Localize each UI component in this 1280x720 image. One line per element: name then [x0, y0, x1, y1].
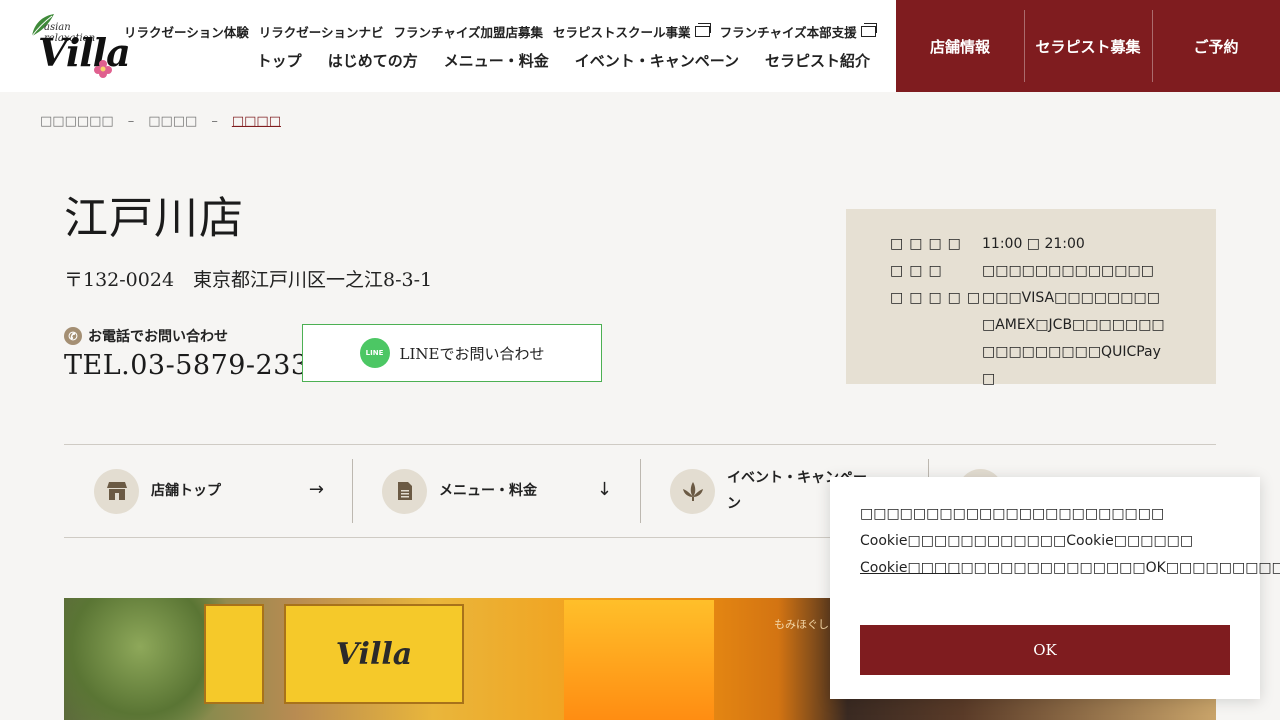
subnav-label: リラクゼーションナビ: [258, 25, 384, 40]
arrow-right-icon: →: [308, 479, 324, 500]
nav-events-campaigns[interactable]: イベント・キャンペーン: [575, 50, 739, 71]
info-value: 11:00 □ 21:00: [982, 236, 1085, 252]
info-value: □□□VISA□□□□□□□□□AMEX□JCB□□□□□□□□□□□□□□□□…: [982, 290, 1165, 387]
nav-top[interactable]: トップ: [257, 50, 302, 71]
breadcrumb-separator: –: [127, 114, 135, 129]
nav-therapists[interactable]: セラピスト紹介: [765, 50, 870, 71]
villa-logo[interactable]: asian relaxation Villa: [22, 8, 131, 82]
cookie-consent-banner: □□□□□□□□□□□□□□□□□□□□□□□ Cookie□□□□□□□□□□…: [830, 477, 1280, 699]
tab-menu-price[interactable]: メニュー・料金 ↓: [352, 445, 640, 537]
cookie-text-3-rest: □□□□□□□□□□□□□□OK□□□□□□□□□□□□□: [960, 560, 1280, 576]
tab-store-top[interactable]: 店舗トップ →: [64, 445, 352, 537]
subnav-label: セラピストスクール事業: [553, 25, 691, 40]
cookie-policy-link[interactable]: Cookie□□□□: [860, 560, 960, 576]
external-link-icon: [694, 23, 711, 37]
cookie-text-3: Cookie□□□□□□□□□□□□□□□□□□OK□□□□□□□□□□□□□: [860, 555, 1280, 582]
logo-name: Villa: [38, 30, 131, 75]
header-action-buttons: 店舗情報 セラピスト募集 ご予約: [896, 0, 1280, 92]
lit-window: [564, 600, 714, 720]
cookie-ok-button[interactable]: OK: [860, 625, 1230, 675]
cookie-text-2: Cookie□□□□□□□□□□□□Cookie□□□□□□: [860, 533, 1194, 549]
cookie-text-1: □□□□□□□□□□□□□□□□□□□□□□□: [860, 506, 1165, 522]
external-link-icon: [860, 23, 877, 37]
subnav-label: リラクゼーション体験: [124, 25, 249, 40]
page-title: 江戸川店: [64, 193, 244, 244]
line-inquiry-label: LINEでお問い合わせ: [399, 344, 545, 363]
line-icon: LINE: [359, 338, 390, 368]
site-header: asian relaxation Villa リラクゼーション体験 リラクゼーシ…: [0, 0, 1280, 92]
reservation-button[interactable]: ご予約: [1152, 0, 1280, 92]
lotus-icon: [670, 468, 715, 514]
phone-number-link[interactable]: TEL.03-5879-2331: [64, 350, 326, 381]
therapist-recruit-button[interactable]: セラピスト募集: [1024, 0, 1152, 92]
breadcrumb-stores[interactable]: □□□□: [148, 114, 197, 129]
subnav-franchise-recruit[interactable]: フランチャイズ加盟店募集: [394, 22, 544, 41]
document-icon: [382, 468, 427, 514]
info-key: □□□□: [890, 236, 967, 252]
tab-label: 店舗トップ: [151, 483, 221, 499]
phone-icon: ✆: [64, 327, 82, 345]
store-info-box: □□□□ 11:00 □ 21:00 □□□ □□□□□□□□□□□□□ □□□…: [846, 209, 1216, 387]
subnav-relaxation-experience[interactable]: リラクゼーション体験: [124, 22, 249, 41]
info-row-holiday: □□□ □□□□□□□□□□□□□: [890, 258, 1216, 285]
breadcrumb: □□□□□□ – □□□□ – □□□□: [40, 114, 281, 129]
subnav-label: フランチャイズ加盟店募集: [393, 25, 544, 40]
villa-signboard: Villa: [284, 604, 464, 704]
info-key: □□□□□: [890, 290, 987, 306]
info-row-payment: □□□□□ □□□VISA□□□□□□□□□AMEX□JCB□□□□□□□□□□…: [890, 285, 1216, 393]
arrow-down-icon: ↓: [596, 479, 612, 500]
breadcrumb-home[interactable]: □□□□□□: [40, 114, 114, 129]
shop-icon: [94, 468, 139, 514]
sub-navigation: リラクゼーション体験 リラクゼーションナビ フランチャイズ加盟店募集 セラピスト…: [124, 22, 877, 41]
main-navigation: トップ はじめての方 メニュー・料金 イベント・キャンペーン セラピスト紹介: [257, 50, 870, 71]
subnav-label: フランチャイズ本部支援: [719, 25, 857, 40]
neon-sign: もみほぐし: [774, 618, 829, 631]
phone-inquiry-text: お電話でお問い合わせ: [88, 329, 228, 345]
nav-first-time[interactable]: はじめての方: [328, 50, 418, 71]
subnav-therapist-school[interactable]: セラピストスクール事業: [553, 22, 711, 41]
breadcrumb-current[interactable]: □□□□: [232, 114, 281, 129]
subnav-franchise-support[interactable]: フランチャイズ本部支援: [719, 22, 877, 41]
phone-inquiry-label: ✆ お電話でお問い合わせ: [64, 326, 228, 346]
flower-icon: [94, 60, 112, 78]
tab-label: メニュー・料金: [439, 483, 537, 499]
info-key: □□□: [890, 263, 948, 279]
info-row-hours: □□□□ 11:00 □ 21:00: [890, 231, 1216, 258]
store-address: 〒132-0024 東京都江戸川区一之江8-3-1: [64, 269, 433, 291]
line-inquiry-button[interactable]: LINE LINEでお問い合わせ: [302, 324, 602, 382]
nav-menu-price[interactable]: メニュー・料金: [444, 50, 549, 71]
info-value: □□□□□□□□□□□□□: [982, 263, 1154, 279]
store-info-button[interactable]: 店舗情報: [896, 0, 1024, 92]
breadcrumb-separator: –: [211, 114, 218, 129]
subnav-relaxation-navi[interactable]: リラクゼーションナビ: [259, 22, 384, 41]
signboard: [204, 604, 264, 704]
